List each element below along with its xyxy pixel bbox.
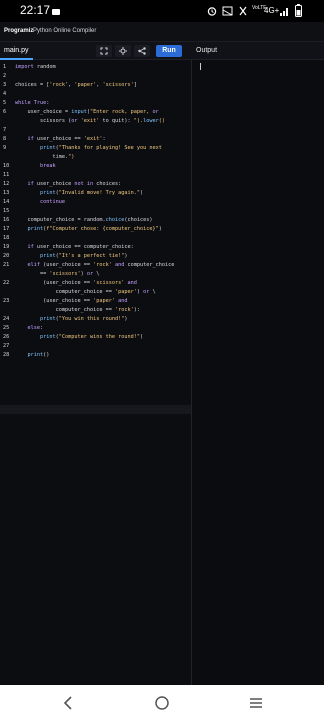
theme-button[interactable] [115, 45, 131, 57]
line-number: 9 [3, 145, 7, 151]
line-number: 1 [3, 64, 7, 70]
alarm-icon [207, 6, 217, 18]
status-bar: 22:17 VoLTE 4G+ [0, 0, 324, 22]
line-number: 4 [3, 91, 7, 97]
code-text[interactable]: (user_choice == 'scissors' and [15, 279, 137, 288]
code-text[interactable]: print("Invalid move! Try again.") [15, 189, 143, 198]
code-text[interactable]: print("It's a perfect tie!") [15, 252, 127, 261]
code-text[interactable]: print("Computer wins the round!") [15, 333, 143, 342]
output-console[interactable] [192, 60, 324, 685]
code-text[interactable]: elif (user_choice == 'rock' and computer… [15, 261, 175, 270]
output-cursor [200, 63, 201, 70]
code-text[interactable]: continue [15, 198, 65, 207]
line-number: 13 [3, 190, 10, 196]
code-text[interactable]: == 'scissors') or \ [15, 270, 99, 279]
line-number: 11 [3, 172, 10, 178]
battery-icon [295, 4, 302, 19]
settings-icon [119, 47, 127, 55]
code-text[interactable]: import random [15, 63, 56, 72]
code-text[interactable]: if user_choice not in choices: [15, 180, 122, 189]
app-subtitle: Python Online Compiler [33, 28, 97, 34]
code-text[interactable]: choices = ['rock', 'paper', 'scissors'] [15, 81, 137, 90]
line-number: 18 [3, 235, 10, 241]
line-number: 6 [3, 109, 7, 115]
code-text[interactable]: computer_choice == 'rock'): [15, 306, 140, 315]
line-number: 23 [3, 298, 10, 304]
code-text[interactable]: while True: [15, 99, 49, 108]
line-number: 22 [3, 280, 10, 286]
fullscreen-icon [100, 47, 108, 55]
line-number: 27 [3, 343, 10, 349]
run-button[interactable]: Run [156, 45, 182, 57]
line-number: 26 [3, 334, 10, 340]
code-text[interactable]: computer_choice = random.choice(choices) [15, 216, 152, 225]
share-icon [138, 47, 146, 55]
back-icon[interactable] [60, 695, 76, 711]
code-text[interactable]: print(f"Computer chose: {computer_choice… [15, 225, 162, 234]
line-number: 12 [3, 181, 10, 187]
code-text[interactable]: scissors (or 'exit' to quit): ").lower() [15, 117, 165, 126]
mute-icon [238, 6, 248, 18]
code-text[interactable]: else: [15, 324, 44, 333]
line-number: 14 [3, 199, 10, 205]
code-text[interactable]: computer_choice == 'paper') or \ [15, 288, 156, 297]
line-number: 7 [3, 127, 7, 133]
brand-logo[interactable]: Programiz [4, 28, 33, 34]
code-text[interactable]: user_choice = input("Enter rock, paper, … [15, 108, 158, 117]
network-type: 4G+ [264, 6, 280, 15]
line-number: 3 [3, 82, 7, 88]
line-number: 25 [3, 325, 10, 331]
line-number: 19 [3, 244, 10, 250]
code-text[interactable]: print("Thanks for playing! See you next [15, 144, 162, 153]
fullscreen-button[interactable] [96, 45, 112, 57]
share-button[interactable] [134, 45, 150, 57]
system-nav-bar [0, 685, 324, 720]
code-text[interactable]: print("You win this round!") [15, 315, 127, 324]
line-number: 15 [3, 208, 10, 214]
editor-toolbar: main.py Run Output [0, 42, 324, 60]
code-text[interactable]: time.") [15, 153, 74, 162]
line-number: 10 [3, 163, 10, 169]
line-number: 5 [3, 100, 7, 106]
home-icon[interactable] [154, 695, 170, 711]
active-line-highlight [0, 405, 191, 414]
line-number: 20 [3, 253, 10, 259]
line-number: 17 [3, 226, 10, 232]
line-number: 8 [3, 136, 7, 142]
code-editor[interactable]: 1 import random 2 3 choices = ['rock', 'pape… [0, 60, 191, 685]
line-number: 28 [3, 352, 10, 358]
code-text[interactable]: if user_choice == computer_choice: [15, 243, 134, 252]
line-number: 21 [3, 262, 10, 268]
recents-icon[interactable] [248, 695, 264, 711]
line-number: 16 [3, 217, 10, 223]
status-time: 22:17 [20, 3, 51, 17]
tab-main-py[interactable]: main.py [0, 42, 33, 60]
notification-icon [52, 7, 60, 17]
cast-icon [222, 6, 233, 18]
output-tab[interactable]: Output [196, 42, 217, 60]
code-text[interactable]: if user_choice == 'exit': [15, 135, 106, 144]
line-number: 24 [3, 316, 10, 322]
line-number: 2 [3, 73, 7, 79]
app-header: Programiz Python Online Compiler [0, 22, 324, 42]
code-text[interactable]: (user_choice == 'paper' and [15, 297, 127, 306]
signal-icon [280, 6, 290, 18]
code-text[interactable]: break [15, 162, 56, 171]
code-text[interactable]: print() [15, 351, 50, 360]
